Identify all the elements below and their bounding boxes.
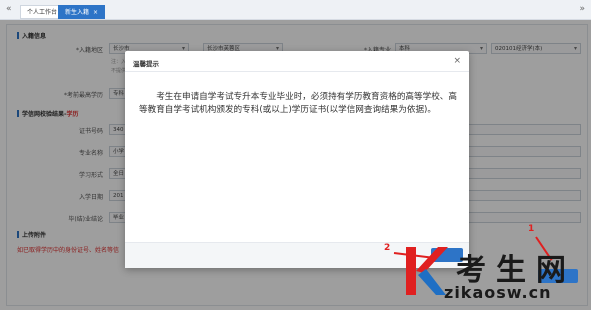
annotation-number-1: 1	[528, 224, 535, 234]
tab-scroll-left-icon[interactable]: «	[6, 4, 12, 14]
watermark-url: zikaosw.cn	[444, 283, 552, 302]
dialog-title: 温馨提示	[133, 60, 159, 68]
tab-label: 新生入籍	[65, 9, 90, 16]
dialog-message: 考生在申请自学考试专升本专业毕业时，必须持有学历教育资格的高等学校、高等教育自学…	[139, 92, 457, 115]
annotation-number-2: 2	[384, 243, 391, 253]
tab-bar: « 个人工作台 新生入籍 × »	[0, 0, 591, 20]
watermark: 考生网 zikaosw.cn	[404, 245, 590, 307]
tab-new-student-enrollment[interactable]: 新生入籍 ×	[58, 5, 106, 19]
close-icon[interactable]: ×	[93, 9, 98, 16]
dialog-divider	[125, 71, 469, 72]
tab-label: 个人工作台	[27, 9, 58, 16]
app-frame: « 个人工作台 新生入籍× » 入籍信息 *入籍地区 长沙市 长沙市芙蓉区 *入…	[0, 0, 591, 310]
notice-dialog: 温馨提示 × 考生在申请自学考试专升本专业毕业时，必须持有学历教育资格的高等学校…	[125, 51, 469, 268]
watermark-logo-icon	[406, 247, 448, 295]
tab-scroll-right-icon[interactable]: »	[579, 4, 585, 14]
close-icon[interactable]: ×	[453, 56, 461, 66]
